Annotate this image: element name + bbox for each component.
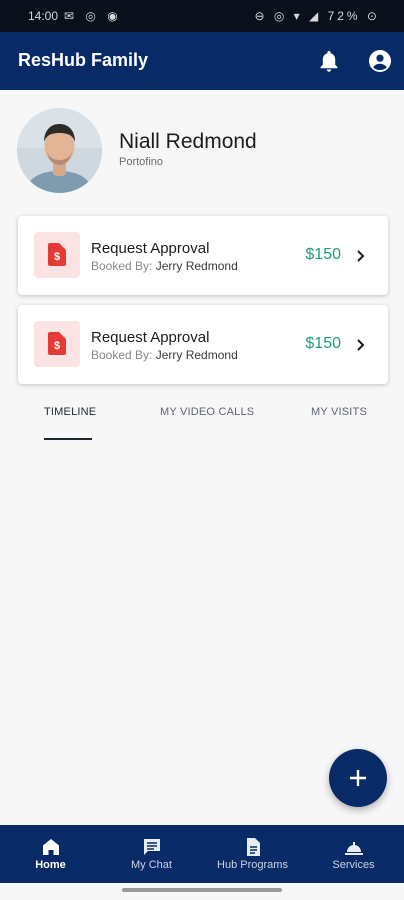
profile-header: Niall Redmond Portofino: [0, 90, 404, 200]
chevron-right-icon: [356, 249, 366, 263]
nav-hub-programs[interactable]: Hub Programs: [202, 825, 303, 883]
status-time: 14:00: [28, 9, 59, 23]
status-bar: 14:00 ✉ ◎ ◉ ⊖ ◎ ▾ ◢ 72% ⊙: [0, 0, 404, 32]
nav-my-chat[interactable]: My Chat: [101, 825, 202, 883]
bottom-nav: Home My Chat Hub Programs Services: [0, 825, 404, 883]
nav-services-label: Services: [332, 859, 375, 871]
svg-text:$: $: [54, 251, 60, 263]
nav-hub-programs-label: Hub Programs: [217, 859, 288, 871]
bell-icon[interactable]: [318, 49, 340, 73]
approval-amount: $150: [305, 246, 341, 263]
document-icon: [243, 837, 263, 857]
avatar[interactable]: [17, 108, 102, 193]
booked-by: Booked By: Jerry Redmond: [91, 259, 238, 273]
approval-card[interactable]: $ Request Approval Booked By: Jerry Redm…: [18, 305, 388, 384]
status-notification-icons: ✉ ◎ ◉: [64, 9, 122, 23]
nav-home-label: Home: [35, 859, 66, 871]
app-title: ResHub Family: [18, 50, 149, 70]
nav-services[interactable]: Services: [303, 825, 404, 883]
invoice-dollar-icon: $: [34, 232, 80, 278]
svg-text:$: $: [54, 340, 60, 352]
tab-my-visits[interactable]: MY VISITS: [311, 406, 367, 418]
home-icon: [41, 837, 61, 857]
tab-bar: TIMELINE MY VIDEO CALLS MY VISITS: [0, 402, 404, 442]
profile-name: Niall Redmond: [119, 130, 257, 153]
plus-icon: [350, 770, 366, 786]
add-button[interactable]: [329, 749, 387, 807]
chat-icon: [142, 837, 162, 857]
booked-by-label: Booked By:: [91, 348, 153, 362]
booked-by-label: Booked By:: [91, 259, 153, 273]
service-bell-icon: [344, 837, 364, 857]
booked-by-name: Jerry Redmond: [155, 348, 238, 362]
gesture-bar: [0, 883, 404, 900]
account-circle-icon[interactable]: [368, 49, 392, 73]
tab-active-indicator: [44, 438, 92, 440]
status-system-icons: ⊖ ◎ ▾ ◢ 72% ⊙: [254, 9, 380, 23]
tab-my-video-calls[interactable]: MY VIDEO CALLS: [160, 406, 254, 418]
approval-title: Request Approval: [91, 240, 210, 257]
chevron-right-icon: [356, 338, 366, 352]
invoice-dollar-icon: $: [34, 321, 80, 367]
tab-timeline[interactable]: TIMELINE: [44, 406, 96, 418]
approval-title: Request Approval: [91, 329, 210, 346]
profile-location: Portofino: [119, 156, 164, 168]
booked-by-name: Jerry Redmond: [155, 259, 238, 273]
app-bar: ResHub Family: [0, 32, 404, 90]
nav-home[interactable]: Home: [0, 825, 101, 883]
booked-by: Booked By: Jerry Redmond: [91, 348, 238, 362]
gesture-handle[interactable]: [122, 888, 282, 892]
approval-amount: $150: [305, 335, 341, 352]
nav-my-chat-label: My Chat: [131, 859, 172, 871]
approval-card[interactable]: $ Request Approval Booked By: Jerry Redm…: [18, 216, 388, 295]
